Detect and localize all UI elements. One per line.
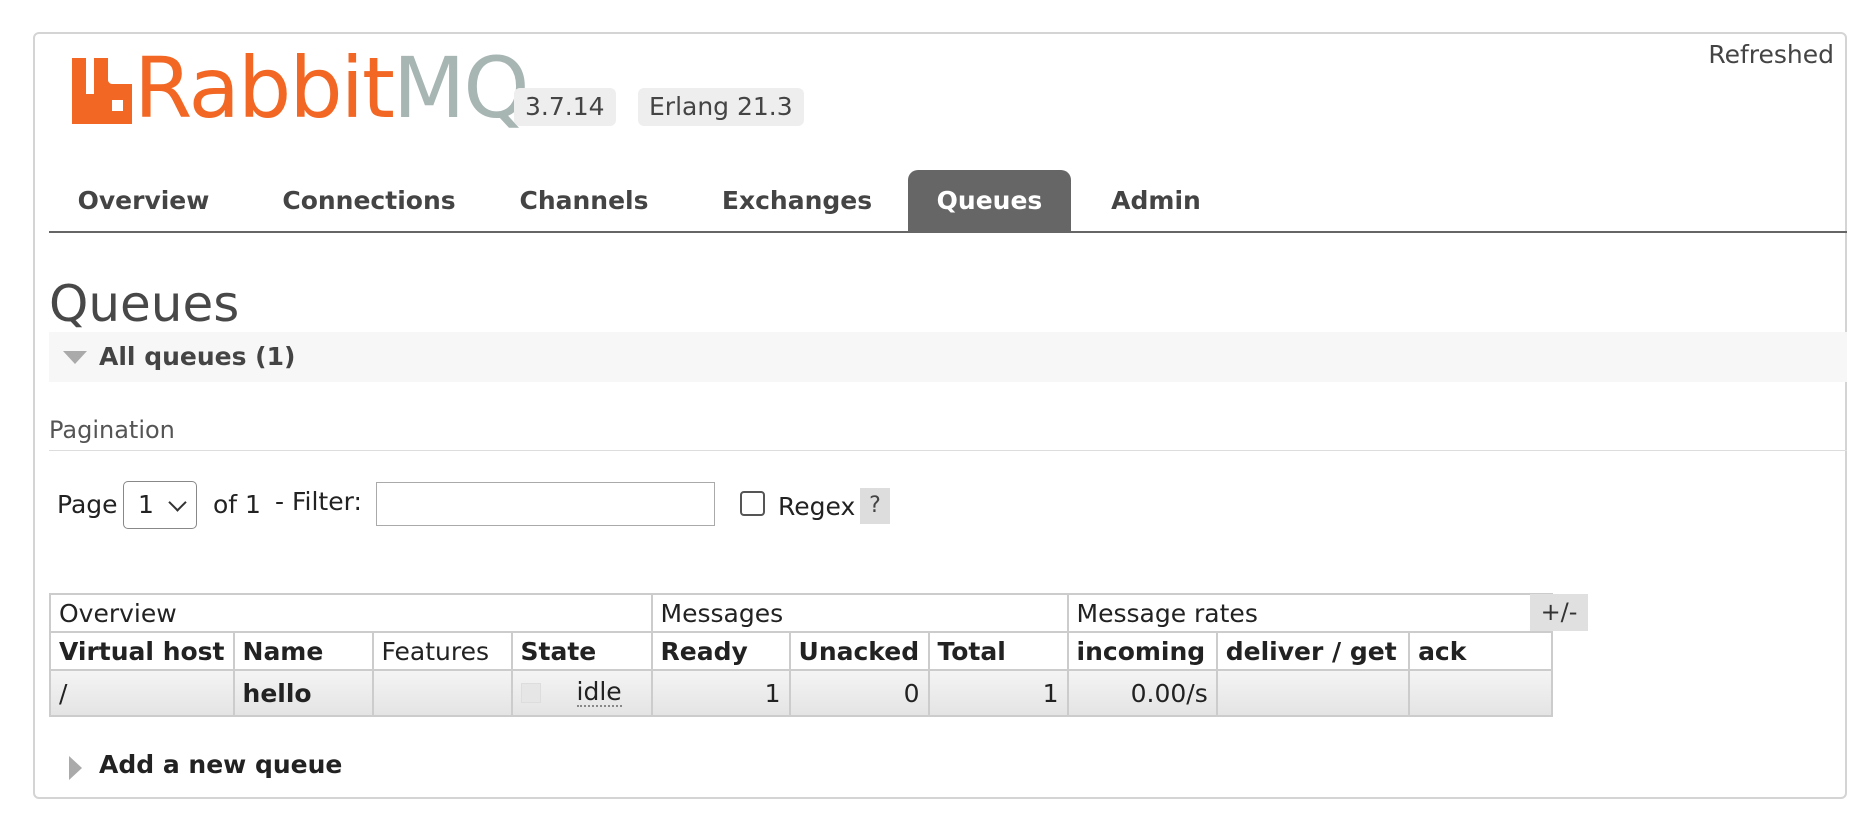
all-queues-label: All queues (1) [99, 342, 296, 371]
col-header-ack[interactable]: ack [1408, 631, 1553, 671]
rabbitmq-logo-icon [72, 58, 132, 124]
tab-connections[interactable]: Connections [275, 170, 463, 231]
filter-label: - Filter: [275, 487, 362, 516]
queue-name-link[interactable]: hello [232, 669, 374, 717]
cell-incoming: 0.00/s [1066, 669, 1218, 717]
page-of-label: of 1 [213, 490, 261, 519]
all-queues-section-header[interactable]: All queues (1) [49, 332, 1847, 382]
col-header-unacked[interactable]: Unacked [788, 631, 930, 671]
pagination-heading: Pagination [49, 416, 175, 444]
logo-wordmark: RabbitMQ [134, 46, 530, 130]
col-header-incoming[interactable]: incoming [1066, 631, 1218, 671]
regex-label: Regex [778, 492, 856, 521]
cell-total: 1 [927, 669, 1069, 717]
rabbitmq-logo[interactable]: RabbitMQ TM [72, 46, 544, 130]
queues-table: Overview Messages Message rates Virtual … [49, 593, 1553, 717]
regex-checkbox[interactable] [740, 491, 765, 516]
regex-help-button[interactable]: ? [860, 488, 890, 524]
col-header-features: Features [371, 631, 513, 671]
page-select[interactable]: 1 [123, 481, 197, 529]
cell-ready: 1 [650, 669, 791, 717]
col-header-total[interactable]: Total [927, 631, 1069, 671]
cell-unacked: 0 [788, 669, 930, 717]
tab-queues[interactable]: Queues [908, 170, 1071, 231]
triangle-down-icon [63, 351, 87, 364]
logo-text-mq: MQ [392, 39, 530, 137]
state-indicator: idle [520, 677, 643, 707]
col-header-name[interactable]: Name [232, 631, 374, 671]
chevron-down-icon [168, 493, 187, 512]
logo-text-rabbit: Rabbit [134, 39, 395, 137]
state-text: idle [576, 677, 622, 707]
tab-channels[interactable]: Channels [500, 170, 668, 231]
tab-exchanges[interactable]: Exchanges [705, 170, 889, 231]
cell-features [371, 669, 513, 717]
main-nav: Overview Connections Channels Exchanges … [49, 170, 1847, 233]
pagination-divider [49, 450, 1847, 451]
filter-input[interactable] [376, 482, 715, 526]
tab-admin[interactable]: Admin [1099, 170, 1213, 231]
erlang-version-badge: Erlang 21.3 [638, 88, 804, 126]
col-header-virtual-host[interactable]: Virtual host [49, 631, 235, 671]
group-header-message-rates: Message rates [1066, 593, 1553, 633]
cell-ack [1408, 669, 1553, 717]
add-queue-label: Add a new queue [99, 750, 343, 779]
col-header-deliver-get[interactable]: deliver / get [1215, 631, 1411, 671]
page-title: Queues [49, 275, 240, 333]
page-select-value: 1 [138, 490, 154, 519]
table-column-header-row: Virtual host Name Features State Ready U… [49, 631, 1553, 671]
version-badge: 3.7.14 [514, 88, 616, 126]
group-header-messages: Messages [650, 593, 1069, 633]
table-row[interactable]: / hello idle 1 0 1 0.00/s [49, 669, 1553, 717]
col-header-state[interactable]: State [510, 631, 653, 671]
state-square-icon [520, 683, 541, 703]
toggle-columns-button[interactable]: +/- [1530, 594, 1588, 631]
table-group-header-row: Overview Messages Message rates [49, 593, 1553, 633]
cell-virtual-host: / [49, 669, 235, 717]
refreshed-status[interactable]: Refreshed [1708, 40, 1834, 69]
page-label: Page [57, 490, 118, 519]
group-header-overview: Overview [49, 593, 653, 633]
cell-deliver-get [1215, 669, 1411, 717]
cell-state: idle [510, 669, 653, 717]
triangle-right-icon [69, 756, 82, 780]
tab-overview[interactable]: Overview [49, 170, 238, 231]
col-header-ready[interactable]: Ready [650, 631, 791, 671]
